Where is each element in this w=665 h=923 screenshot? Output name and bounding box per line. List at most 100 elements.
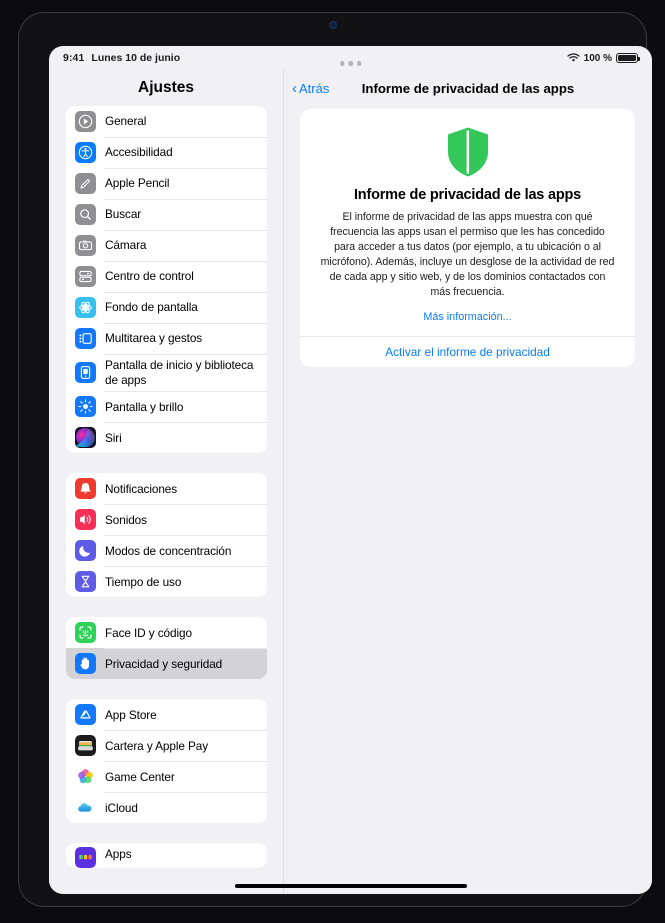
status-bar-left: 9:41 Lunes 10 de junio bbox=[63, 52, 180, 64]
back-button-label: Atrás bbox=[299, 81, 330, 96]
gear-icon bbox=[75, 111, 96, 132]
sidebar-item-apple-pencil[interactable]: Apple Pencil bbox=[66, 168, 267, 199]
sidebar-item-siri[interactable]: Siri bbox=[66, 422, 267, 453]
split-view: Ajustes General Accesibilidad Apple Pencil… bbox=[49, 70, 652, 894]
pencil-icon bbox=[75, 173, 96, 194]
sidebar-group: Apps bbox=[66, 843, 267, 869]
sidebar-item-centro-de-control[interactable]: Centro de control bbox=[66, 261, 267, 292]
icloud-icon bbox=[75, 797, 96, 819]
sidebar-item-label: Fondo de pantalla bbox=[105, 300, 198, 315]
sidebar-item-label: Cartera y Apple Pay bbox=[105, 738, 209, 753]
multitasking-dot bbox=[356, 61, 362, 66]
sidebar-item-label: Siri bbox=[105, 430, 122, 445]
chevron-left-icon: ‹ bbox=[292, 79, 297, 97]
game-center-icon bbox=[75, 766, 96, 788]
nav-title: Informe de privacidad de las apps bbox=[361, 81, 575, 96]
sidebar-item-general[interactable]: General bbox=[66, 106, 267, 137]
sidebar-item-apps[interactable]: Apps bbox=[66, 843, 267, 869]
more-info-link[interactable]: Más información... bbox=[320, 311, 615, 323]
battery-full-icon bbox=[616, 52, 640, 64]
sidebar-item-modos-de-concentración[interactable]: Modos de concentración bbox=[66, 535, 267, 566]
ipad-device: 9:41 Lunes 10 de junio 100 % Ajustes Gen… bbox=[0, 0, 665, 923]
sidebar-item-label: iCloud bbox=[105, 800, 138, 815]
navigation-bar: ‹ Atrás Informe de privacidad de las app… bbox=[284, 70, 652, 107]
moon-icon bbox=[75, 540, 96, 562]
sidebar-item-label: Apple Pencil bbox=[105, 176, 170, 191]
sidebar-item-pantalla-de-inicio-y-biblioteca-de-apps[interactable]: Pantalla de inicio y biblioteca de apps bbox=[66, 354, 267, 391]
sidebar-item-label: Modos de concentración bbox=[105, 543, 232, 558]
multitasking-dot bbox=[348, 61, 353, 66]
page-title: Ajustes bbox=[138, 79, 194, 96]
settings-sidebar[interactable]: Ajustes General Accesibilidad Apple Pencil… bbox=[49, 70, 284, 894]
enable-privacy-report-button[interactable]: Activar el informe de privacidad bbox=[300, 336, 635, 367]
hourglass-icon bbox=[75, 571, 96, 593]
sidebar-scroll-area[interactable]: General Accesibilidad Apple Pencil Buscar Cá… bbox=[49, 106, 283, 869]
status-time: 9:41 bbox=[63, 52, 85, 64]
sidebar-item-pantalla-y-brillo[interactable]: Pantalla y brillo bbox=[66, 391, 267, 422]
sidebar-item-cartera-y-apple-pay[interactable]: Cartera y Apple Pay bbox=[66, 730, 267, 761]
siri-icon bbox=[75, 427, 96, 449]
sidebar-item-label: Privacidad y seguridad bbox=[105, 656, 223, 671]
apps-icon bbox=[75, 847, 96, 869]
back-button[interactable]: ‹ Atrás bbox=[292, 79, 330, 97]
card-body: Informe de privacidad de las apps El inf… bbox=[300, 109, 635, 336]
sidebar-item-privacidad-y-seguridad[interactable]: Privacidad y seguridad bbox=[66, 648, 267, 680]
sidebar-item-label: General bbox=[105, 114, 147, 129]
sidebar-item-label: Sonidos bbox=[105, 512, 147, 527]
sidebar-item-game-center[interactable]: Game Center bbox=[66, 761, 267, 792]
speaker-icon bbox=[75, 509, 96, 531]
sidebar-item-label: App Store bbox=[105, 707, 157, 722]
sidebar-item-face-id-y-código[interactable]: Face ID y código bbox=[66, 617, 267, 648]
sidebar-item-label: Apps bbox=[105, 847, 132, 862]
sidebar-item-accesibilidad[interactable]: Accesibilidad bbox=[66, 137, 267, 168]
sidebar-item-label: Pantalla y brillo bbox=[105, 399, 184, 414]
status-bar-right: 100 % bbox=[567, 52, 640, 64]
privacy-report-card: Informe de privacidad de las apps El inf… bbox=[300, 109, 635, 368]
camera-icon bbox=[75, 235, 96, 256]
wallet-icon bbox=[75, 735, 96, 757]
status-date: Lunes 10 de junio bbox=[91, 52, 181, 64]
home-indicator[interactable] bbox=[234, 884, 467, 888]
sidebar-group: Face ID y código Privacidad y seguridad bbox=[66, 617, 267, 680]
search-icon bbox=[75, 204, 96, 225]
sidebar-item-label: Multitarea y gestos bbox=[105, 331, 203, 346]
multitasking-control[interactable] bbox=[339, 61, 362, 66]
sidebar-item-label: Tiempo de uso bbox=[105, 574, 182, 589]
control-center-icon bbox=[75, 266, 96, 287]
shield-icon bbox=[447, 127, 488, 177]
bell-icon bbox=[75, 478, 96, 500]
sidebar-item-buscar[interactable]: Buscar bbox=[66, 199, 267, 230]
sidebar-item-cámara[interactable]: Cámara bbox=[66, 230, 267, 261]
accessibility-icon bbox=[75, 142, 96, 163]
sidebar-group: App Store Cartera y Apple Pay Game Center i… bbox=[66, 699, 267, 824]
sidebar-item-label: Game Center bbox=[105, 769, 175, 784]
multitasking-dot bbox=[339, 61, 345, 66]
front-camera-icon bbox=[328, 21, 337, 29]
hand-raised-icon bbox=[75, 653, 96, 675]
sidebar-item-label: Buscar bbox=[105, 207, 142, 222]
status-bar: 9:41 Lunes 10 de junio 100 % bbox=[49, 46, 652, 70]
brightness-icon bbox=[75, 396, 96, 418]
sidebar-item-multitarea-y-gestos[interactable]: Multitarea y gestos bbox=[66, 323, 267, 354]
sidebar-item-app-store[interactable]: App Store bbox=[66, 699, 267, 730]
device-bezel: 9:41 Lunes 10 de junio 100 % Ajustes Gen… bbox=[18, 12, 652, 907]
detail-pane: ‹ Atrás Informe de privacidad de las app… bbox=[284, 70, 652, 894]
card-title: Informe de privacidad de las apps bbox=[353, 187, 582, 203]
screen: 9:41 Lunes 10 de junio 100 % Ajustes Gen… bbox=[49, 46, 652, 894]
home-screen-icon bbox=[75, 362, 96, 384]
sidebar-item-icloud[interactable]: iCloud bbox=[66, 792, 267, 823]
sidebar-item-label: Pantalla de inicio y biblioteca de apps bbox=[105, 358, 254, 387]
sidebar-item-label: Accesibilidad bbox=[105, 145, 173, 160]
card-description: El informe de privacidad de las apps mue… bbox=[320, 211, 615, 299]
sidebar-item-fondo-de-pantalla[interactable]: Fondo de pantalla bbox=[66, 292, 267, 323]
app-store-icon bbox=[75, 704, 96, 726]
sidebar-group: Notificaciones Sonidos Modos de concentrac… bbox=[66, 473, 267, 598]
multitasking-icon bbox=[75, 328, 96, 349]
face-id-icon bbox=[75, 622, 96, 644]
battery-percent-label: 100 % bbox=[583, 52, 612, 64]
sidebar-group: General Accesibilidad Apple Pencil Buscar Cá… bbox=[66, 106, 267, 454]
sidebar-item-notificaciones[interactable]: Notificaciones bbox=[66, 473, 267, 504]
sidebar-item-sonidos[interactable]: Sonidos bbox=[66, 504, 267, 535]
wallpaper-icon bbox=[75, 297, 96, 318]
sidebar-item-tiempo-de-uso[interactable]: Tiempo de uso bbox=[66, 566, 267, 597]
